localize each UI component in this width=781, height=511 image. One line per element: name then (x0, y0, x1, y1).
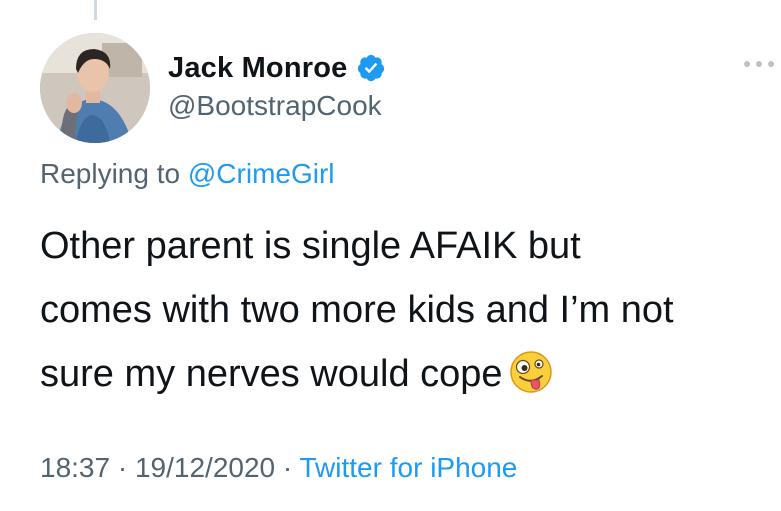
more-dot (744, 61, 750, 67)
tweet-source-link[interactable]: Twitter for iPhone (300, 452, 518, 483)
more-dot (768, 61, 774, 67)
meta-separator: · (275, 452, 300, 483)
avatar-image (40, 33, 150, 143)
tweet-text-line-last: sure my nerves would cope (40, 342, 775, 406)
tweet-text-line: sure my nerves would cope (40, 353, 503, 395)
zany-face-emoji-icon (509, 351, 552, 393)
more-options-icon[interactable] (744, 56, 774, 72)
replying-to-label: Replying to (40, 158, 181, 189)
replying-to-row: Replying to @CrimeGirl (40, 158, 335, 190)
thread-connector-line (94, 0, 97, 20)
tweet-time[interactable]: 18:37 (40, 452, 110, 483)
tweet-card: Jack Monroe @BootstrapCook Replying to @… (0, 0, 781, 511)
verified-badge-icon (357, 54, 384, 82)
avatar[interactable] (40, 33, 150, 143)
reply-mention-link[interactable]: @CrimeGirl (188, 158, 335, 189)
meta-separator: · (110, 452, 135, 483)
tweet-metadata: 18:37 · 19/12/2020 · Twitter for iPhone (40, 452, 517, 484)
display-name[interactable]: Jack Monroe (168, 52, 348, 85)
author-name-row[interactable]: Jack Monroe (168, 48, 386, 88)
more-dot (756, 61, 762, 67)
tweet-date[interactable]: 19/12/2020 (135, 452, 275, 483)
tweet-text-line: Other parent is single AFAIK but (40, 225, 581, 267)
tweet-body: Other parent is single AFAIK but comes w… (40, 214, 775, 406)
tweet-text-line: comes with two more kids and I’m not (40, 289, 674, 331)
author-handle[interactable]: @BootstrapCook (168, 90, 382, 122)
